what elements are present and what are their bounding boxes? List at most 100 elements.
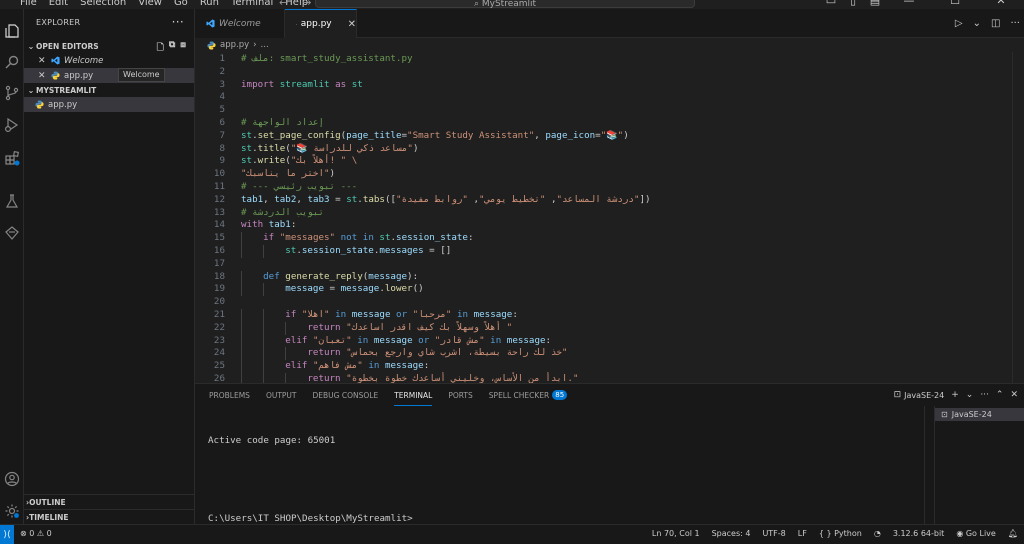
- terminal-list-item[interactable]: ⊡ JavaSE-24: [935, 408, 1024, 421]
- search-icon[interactable]: [0, 50, 24, 74]
- more-actions-icon[interactable]: ···: [172, 15, 184, 29]
- breadcrumb-more[interactable]: ...: [261, 40, 269, 50]
- folder-section[interactable]: ⌄ MYSTREAMLIT: [24, 83, 194, 97]
- maximize-icon[interactable]: ☐: [932, 0, 978, 7]
- code-line[interactable]: 20: [195, 296, 1024, 309]
- more-actions-icon[interactable]: ···: [980, 390, 989, 400]
- menu-run[interactable]: Run: [200, 0, 219, 9]
- layout-sidebar-icon[interactable]: ▯: [842, 0, 864, 7]
- extensions-icon[interactable]: [0, 146, 24, 170]
- layout-panel-icon[interactable]: ▭: [820, 0, 842, 7]
- code-line[interactable]: 3 import streamlit as st: [195, 79, 1024, 92]
- code-line[interactable]: 12 tab1, tab2, tab3 = st.tabs(["دردشة الم…: [195, 194, 1024, 207]
- chevron-down-icon[interactable]: ⌄: [966, 390, 974, 400]
- code-line[interactable]: 6 # إعداد الواجهة: [195, 117, 1024, 130]
- remote-indicator-icon[interactable]: ⟩⟨: [0, 525, 14, 544]
- breadcrumb: app.py › ...: [195, 38, 1024, 52]
- code-line[interactable]: 14 with tab1:: [195, 219, 1024, 232]
- manage-gear-icon[interactable]: [0, 499, 24, 523]
- outline-section[interactable]: › OUTLINE: [24, 494, 195, 509]
- tab-welcome[interactable]: Welcome: [195, 9, 285, 38]
- remote-explorer-icon[interactable]: [0, 221, 24, 245]
- source-control-icon[interactable]: [0, 81, 24, 105]
- code-line[interactable]: 24 return "خذ لك راحة بسيطة، اشرب شاي وا…: [195, 347, 1024, 361]
- problems-indicator[interactable]: ⊗ 0 ⚠ 0: [20, 529, 52, 538]
- customize-layout-icon[interactable]: ▤: [864, 0, 886, 7]
- code-text: with tab1:: [241, 219, 297, 231]
- open-editors-section[interactable]: ⌄ OPEN EDITORS 🗋 ⧉ ⧈: [24, 39, 194, 53]
- code-line[interactable]: 19 message = message.lower(): [195, 283, 1024, 297]
- testing-flask-icon[interactable]: [0, 189, 24, 213]
- editor-scrollbar[interactable]: [1012, 52, 1024, 383]
- code-line[interactable]: 15 if "messages" not in st.session_state…: [195, 232, 1024, 245]
- breadcrumb-file[interactable]: app.py: [220, 40, 249, 50]
- code-text: "اختر ما يناسبك"): [241, 168, 336, 180]
- code-line[interactable]: 13 # تبويب الدردشة: [195, 207, 1024, 220]
- terminal-scrollbar[interactable]: [924, 406, 934, 525]
- more-actions-icon[interactable]: ···: [1010, 18, 1020, 29]
- code-line[interactable]: 10 "اختر ما يناسبك"): [195, 168, 1024, 181]
- encoding[interactable]: UTF-8: [762, 529, 785, 538]
- tab-terminal[interactable]: TERMINAL: [394, 391, 433, 406]
- cursor-position[interactable]: Ln 70, Col 1: [652, 529, 700, 538]
- timeline-section[interactable]: › TIMELINE: [24, 509, 195, 524]
- code-line[interactable]: 18 def generate_reply(message):: [195, 270, 1024, 284]
- code-line[interactable]: 16 st.session_state.messages = []: [195, 245, 1024, 258]
- close-icon[interactable]: ✕: [38, 56, 48, 66]
- language-mode[interactable]: { } Python: [819, 529, 862, 538]
- code-line[interactable]: 11 # --- تبويب رئيسي ---: [195, 181, 1024, 194]
- file-app-py[interactable]: app.py: [24, 97, 194, 112]
- terminal-icon: ⊡: [893, 390, 902, 400]
- chevron-down-icon[interactable]: ⌄: [973, 18, 981, 29]
- code-line[interactable]: 17: [195, 258, 1024, 271]
- code-line[interactable]: 25 elif "مش فاهم" in message:: [195, 360, 1024, 373]
- tab-problems[interactable]: PROBLEMS: [209, 391, 250, 400]
- code-line[interactable]: 8 st.title("📚 مساعد ذكي للدراسة"): [195, 143, 1024, 156]
- notifications-bell-icon[interactable]: 🔔︎: [1008, 529, 1018, 538]
- menu-file[interactable]: File: [20, 0, 37, 9]
- run-debug-icon[interactable]: [0, 113, 24, 137]
- vscode-icon: [206, 19, 215, 28]
- tab-ports[interactable]: PORTS: [448, 391, 472, 400]
- code-line[interactable]: 2: [195, 66, 1024, 79]
- interpreter-version[interactable]: 3.12.6 64-bit: [893, 529, 945, 538]
- tab-output[interactable]: OUTPUT: [266, 391, 297, 400]
- code-line[interactable]: 22 return "أهلاً وسهلاً بك كيف اقدر اساع…: [195, 321, 1024, 335]
- open-editor-welcome[interactable]: ✕ Welcome: [24, 53, 194, 68]
- code-line[interactable]: 23 elif "تعبان" in message or "مش قادر" …: [195, 334, 1024, 348]
- code-editor[interactable]: 1 # ملف: smart_study_assistant.py 2 3 import…: [195, 52, 1024, 383]
- explorer-icon[interactable]: [0, 19, 24, 43]
- terminal-name[interactable]: JavaSE-24: [904, 391, 944, 400]
- tab-spell-checker[interactable]: SPELL CHECKER 85: [489, 390, 568, 400]
- code-line[interactable]: 21 if "اهلا" in message or "مرحبا" in me…: [195, 309, 1024, 322]
- code-line[interactable]: 7 st.set_page_config(page_title="Smart St…: [195, 130, 1024, 143]
- code-line[interactable]: 1 # ملف: smart_study_assistant.py: [195, 53, 1024, 66]
- menu-terminal[interactable]: Terminal: [231, 0, 273, 9]
- close-icon[interactable]: ✕: [348, 19, 356, 30]
- close-panel-icon[interactable]: ✕: [1010, 390, 1018, 400]
- menu-go[interactable]: Go: [174, 0, 188, 9]
- close-window-icon[interactable]: ✕: [978, 0, 1024, 7]
- tab-debug-console[interactable]: DEBUG CONSOLE: [313, 391, 379, 400]
- minimize-icon[interactable]: —: [886, 0, 932, 7]
- code-line[interactable]: 4: [195, 91, 1024, 104]
- menu-selection[interactable]: Selection: [80, 0, 126, 9]
- chevron-up-icon[interactable]: ⌃: [996, 390, 1004, 400]
- new-terminal-plus-icon[interactable]: +: [951, 390, 959, 400]
- account-icon[interactable]: [0, 467, 24, 491]
- close-icon[interactable]: ✕: [38, 71, 48, 81]
- code-line[interactable]: 26 return "ابدأ من الأساس، وخليني أساعدك…: [195, 373, 1024, 383]
- indentation[interactable]: Spaces: 4: [712, 529, 751, 538]
- split-editor-icon[interactable]: ◫: [991, 18, 1000, 29]
- code-line[interactable]: 9 st.write("أهلاً بك! " \: [195, 155, 1024, 168]
- end-of-line[interactable]: LF: [798, 529, 807, 538]
- go-live-button[interactable]: ◉ Go Live: [956, 529, 996, 538]
- menu-view[interactable]: View: [138, 0, 162, 9]
- code-line[interactable]: 5: [195, 104, 1024, 117]
- command-center-search[interactable]: ⌕ MyStreamlit: [315, 0, 695, 9]
- run-python-file-icon[interactable]: ▷: [955, 18, 963, 29]
- open-editor-app-py[interactable]: ✕ app.py: [24, 68, 194, 83]
- menu-edit[interactable]: Edit: [49, 0, 68, 9]
- back-arrow-icon[interactable]: ←: [279, 0, 302, 9]
- tab-app-py[interactable]: app.py ✕: [285, 9, 357, 38]
